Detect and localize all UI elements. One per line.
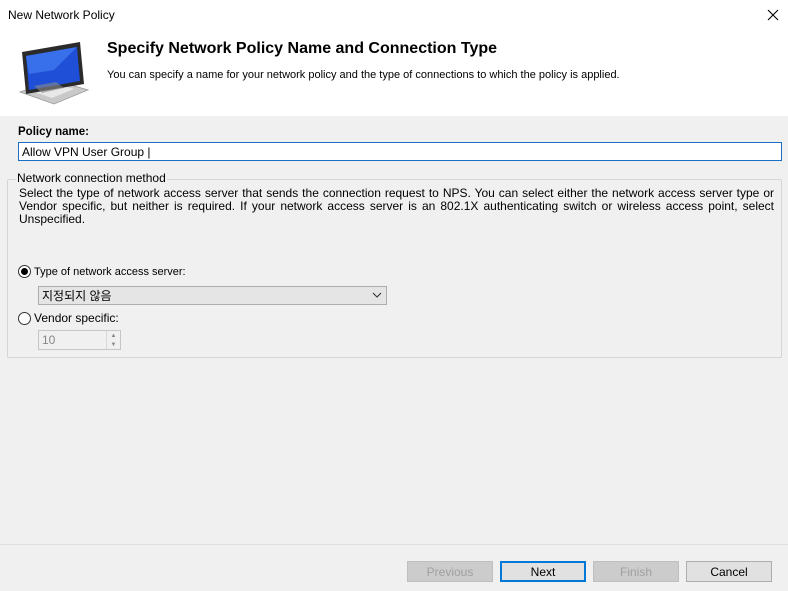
stepper-up-icon[interactable]: ▲ bbox=[107, 331, 120, 340]
type-of-nas-option[interactable]: Type of network access server: bbox=[18, 265, 186, 278]
connection-method-legend: Network connection method bbox=[16, 171, 167, 185]
wizard-body: Policy name: Network connection method S… bbox=[0, 116, 788, 544]
wizard-footer: Previous Next Finish Cancel bbox=[0, 544, 788, 591]
connection-method-description: Select the type of network access server… bbox=[19, 186, 774, 226]
cancel-button[interactable]: Cancel bbox=[686, 561, 772, 582]
policy-name-label: Policy name: bbox=[18, 126, 89, 138]
policy-name-input[interactable] bbox=[18, 142, 782, 161]
page-subtitle: You can specify a name for your network … bbox=[107, 69, 620, 81]
previous-button[interactable]: Previous bbox=[407, 561, 493, 582]
stepper-down-icon[interactable]: ▼ bbox=[107, 340, 120, 349]
finish-button[interactable]: Finish bbox=[593, 561, 679, 582]
type-of-nas-label: Type of network access server: bbox=[34, 265, 186, 278]
next-button[interactable]: Next bbox=[500, 561, 586, 582]
window-title: New Network Policy bbox=[8, 8, 115, 22]
stepper-buttons: ▲ ▼ bbox=[106, 331, 120, 349]
vendor-specific-option[interactable]: Vendor specific: bbox=[18, 311, 119, 325]
nas-type-dropdown[interactable]: 지정되지 않음 bbox=[38, 286, 387, 305]
vendor-specific-stepper[interactable]: 10 ▲ ▼ bbox=[38, 330, 121, 350]
computer-monitor-icon bbox=[18, 42, 90, 105]
nas-type-dropdown-value: 지정되지 않음 bbox=[42, 289, 112, 303]
vendor-specific-value: 10 bbox=[42, 333, 56, 347]
close-button[interactable] bbox=[758, 0, 788, 30]
radio-selected-dot bbox=[21, 268, 28, 275]
wizard-header: Specify Network Policy Name and Connecti… bbox=[0, 30, 788, 116]
title-bar: New Network Policy bbox=[0, 0, 788, 30]
vendor-specific-radio[interactable] bbox=[18, 311, 31, 325]
type-of-nas-radio[interactable] bbox=[18, 265, 31, 278]
page-title: Specify Network Policy Name and Connecti… bbox=[107, 40, 498, 57]
vendor-specific-label: Vendor specific: bbox=[34, 311, 119, 325]
close-icon bbox=[767, 9, 779, 21]
chevron-down-icon bbox=[372, 292, 382, 298]
